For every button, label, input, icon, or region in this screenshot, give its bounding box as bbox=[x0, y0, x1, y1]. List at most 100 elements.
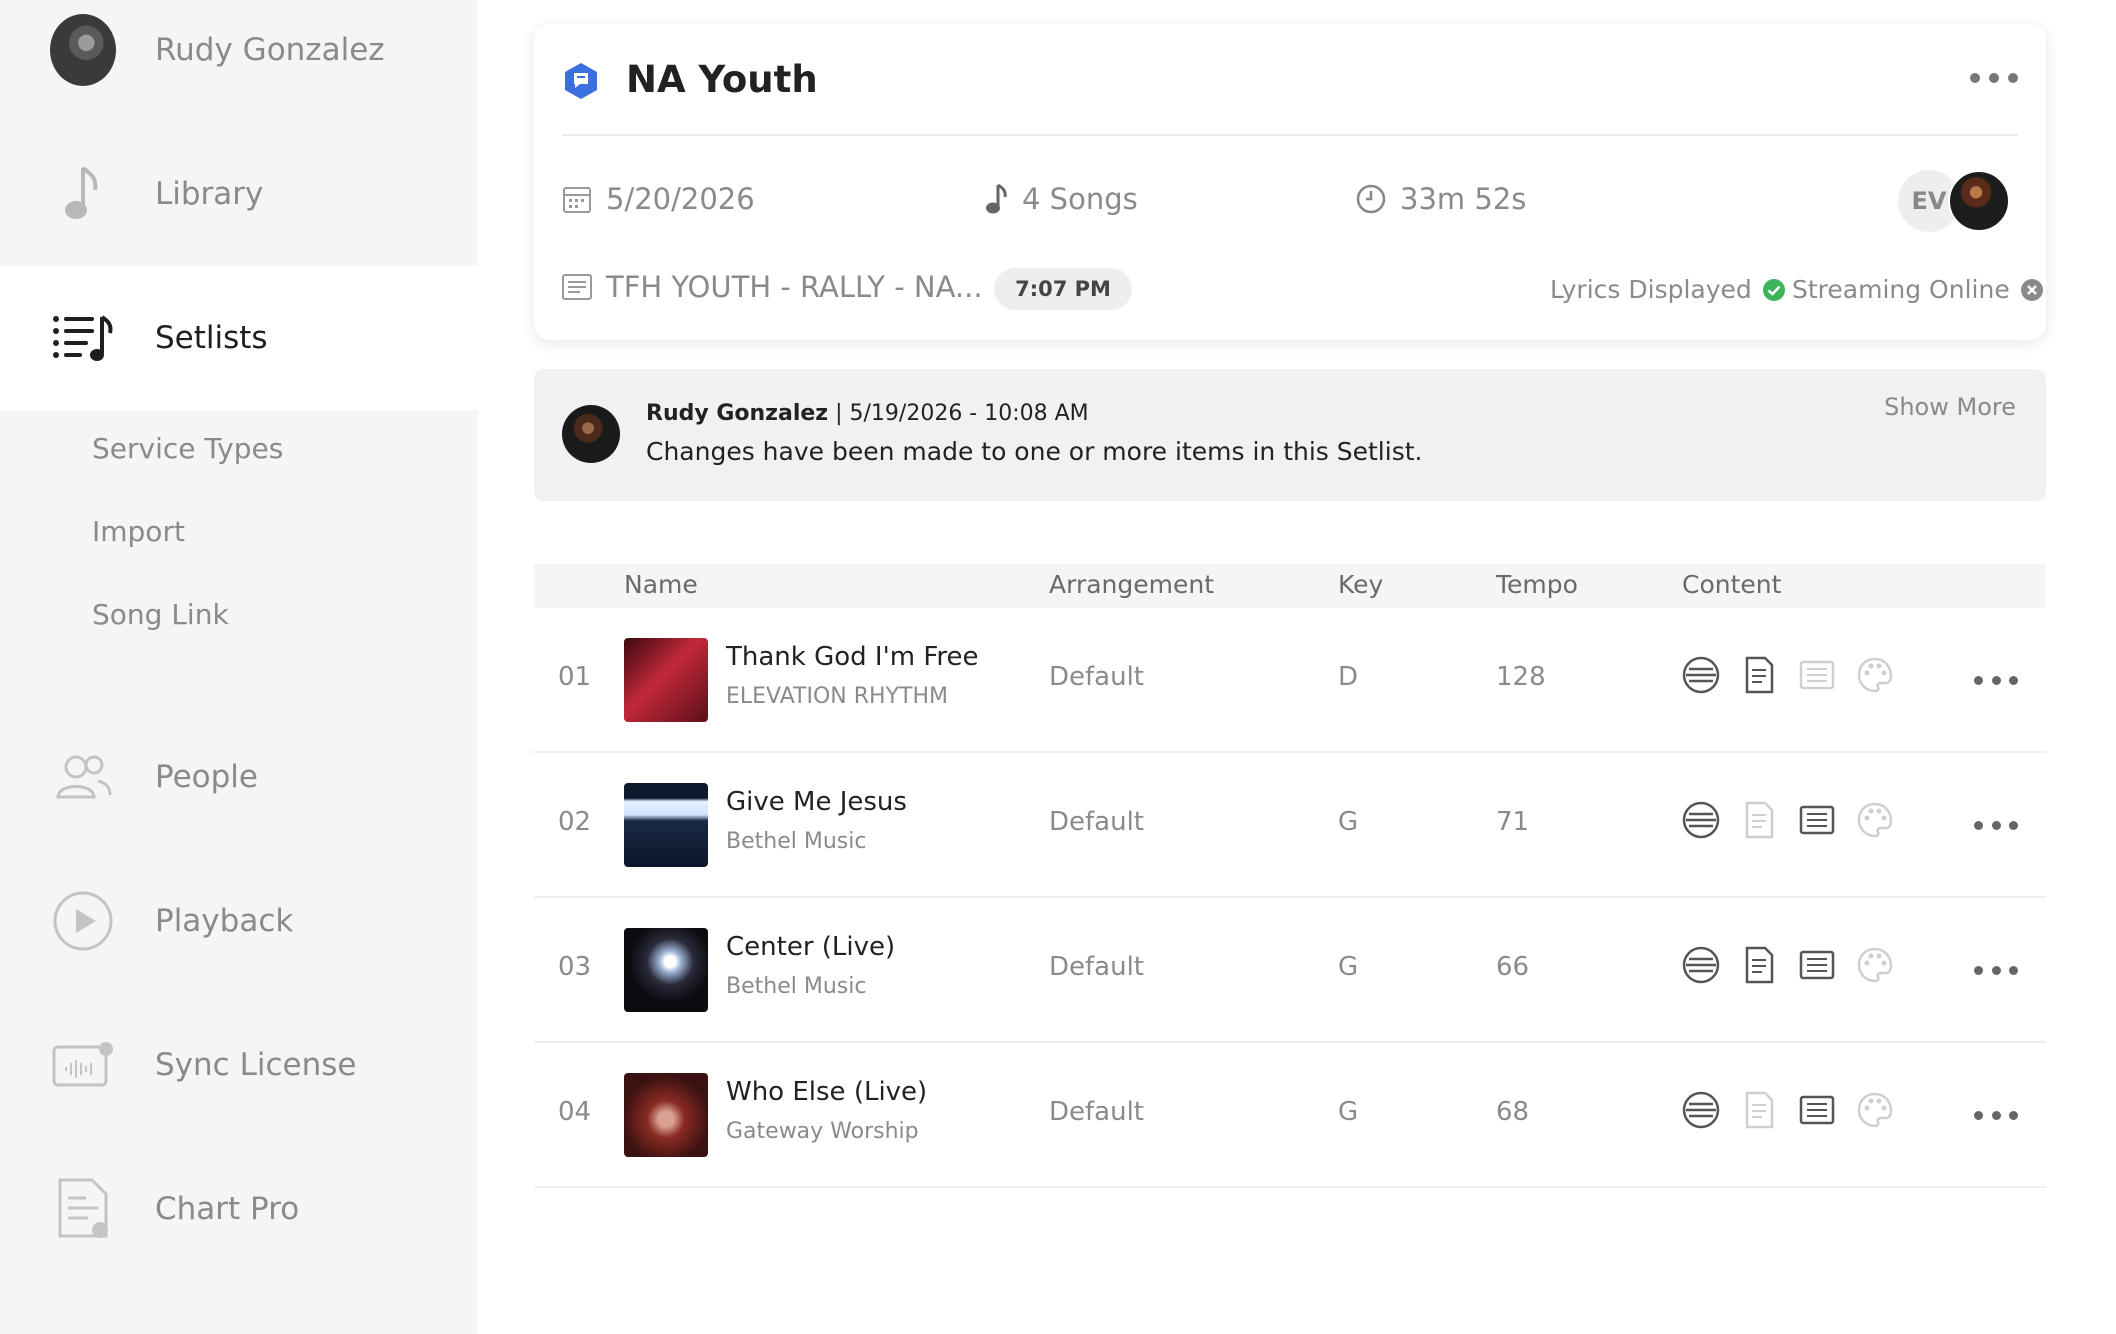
dot bbox=[2009, 1110, 2018, 1120]
song-key[interactable]: D bbox=[1338, 662, 1358, 692]
sidebar-item-playback[interactable]: Playback bbox=[0, 849, 478, 993]
audio-track-icon[interactable] bbox=[1682, 656, 1720, 694]
lyrics-icon[interactable] bbox=[1798, 801, 1836, 839]
chord-chart-icon[interactable] bbox=[1740, 946, 1778, 984]
row-more-button[interactable] bbox=[1974, 815, 2018, 835]
sidebar-item-people[interactable]: People bbox=[0, 705, 478, 849]
table-row[interactable]: 03 Center (Live) Bethel Music Default G … bbox=[534, 898, 2046, 1043]
row-more-button[interactable] bbox=[1974, 670, 2018, 690]
sidebar-item-label: Playback bbox=[155, 903, 294, 939]
music-note-icon bbox=[50, 161, 116, 227]
song-key[interactable]: G bbox=[1338, 807, 1358, 837]
sidebar-subitem-import[interactable]: Import bbox=[92, 515, 185, 548]
dot bbox=[1974, 1110, 1983, 1120]
chord-chart-icon[interactable] bbox=[1740, 1091, 1778, 1129]
setlist-title: NA Youth bbox=[626, 58, 818, 101]
service-type[interactable]: TFH YOUTH - RALLY - NA... bbox=[562, 270, 983, 304]
sidebar-item-library[interactable]: Library bbox=[0, 122, 478, 266]
song-arrangement[interactable]: Default bbox=[1049, 662, 1144, 692]
song-title[interactable]: Give Me Jesus bbox=[726, 787, 907, 817]
lyrics-icon[interactable] bbox=[1798, 656, 1836, 694]
setlist-badge-icon bbox=[565, 63, 597, 99]
setlist-icon bbox=[50, 305, 116, 371]
palette-icon[interactable] bbox=[1856, 1091, 1894, 1129]
song-tempo: 128 bbox=[1496, 662, 1546, 692]
setlist-duration: 33m 52s bbox=[1356, 182, 1526, 216]
check-circle-icon bbox=[1762, 278, 1785, 301]
service-list-icon bbox=[562, 274, 592, 300]
song-arrangement[interactable]: Default bbox=[1049, 952, 1144, 982]
people-icon bbox=[50, 744, 116, 810]
service-type-text: TFH YOUTH - RALLY - NA... bbox=[606, 270, 983, 304]
chart-pro-icon bbox=[50, 1176, 116, 1242]
user-profile[interactable]: Rudy Gonzalez bbox=[0, 0, 478, 100]
user-avatar bbox=[50, 14, 116, 86]
lyrics-icon[interactable] bbox=[1798, 946, 1836, 984]
audio-track-icon[interactable] bbox=[1682, 1091, 1720, 1129]
activity-author: Rudy Gonzalez bbox=[646, 401, 829, 426]
row-more-button[interactable] bbox=[1974, 1105, 2018, 1125]
song-key[interactable]: G bbox=[1338, 952, 1358, 982]
audio-track-icon[interactable] bbox=[1682, 801, 1720, 839]
more-options-button[interactable] bbox=[1970, 68, 2018, 88]
column-header-arrangement[interactable]: Arrangement bbox=[1049, 570, 1214, 599]
sidebar-subitem-service-types[interactable]: Service Types bbox=[92, 432, 283, 465]
x-circle-icon bbox=[2020, 278, 2043, 301]
activity-timestamp: | 5/19/2026 - 10:08 AM bbox=[828, 401, 1089, 426]
setlist-date[interactable]: 5/20/2026 bbox=[562, 182, 755, 216]
song-arrangement[interactable]: Default bbox=[1049, 1097, 1144, 1127]
sidebar-item-setlists[interactable]: Setlists bbox=[0, 266, 478, 410]
dot bbox=[1991, 820, 2001, 830]
palette-icon[interactable] bbox=[1856, 801, 1894, 839]
show-more-link[interactable]: Show More bbox=[1884, 393, 2016, 421]
song-title[interactable]: Thank God I'm Free bbox=[726, 642, 979, 672]
setlist-header-card: NA Youth 5/20/2026 4 Songs 33m 52s EV TF… bbox=[534, 24, 2046, 340]
song-artist: Bethel Music bbox=[726, 974, 867, 999]
song-artist: Bethel Music bbox=[726, 829, 867, 854]
divider bbox=[562, 134, 2018, 136]
chord-chart-icon[interactable] bbox=[1740, 656, 1778, 694]
sidebar-item-chart-pro[interactable]: Chart Pro bbox=[0, 1137, 478, 1281]
lyrics-status-text: Lyrics Displayed bbox=[1550, 275, 1752, 304]
column-header-name[interactable]: Name bbox=[624, 570, 698, 599]
sidebar-item-label: People bbox=[155, 759, 258, 795]
song-key[interactable]: G bbox=[1338, 1097, 1358, 1127]
team-avatar-photo[interactable] bbox=[1948, 170, 2010, 232]
activity-message: Changes have been made to one or more it… bbox=[646, 437, 1423, 466]
column-header-tempo[interactable]: Tempo bbox=[1496, 570, 1578, 599]
table-row[interactable]: 04 Who Else (Live) Gateway Worship Defau… bbox=[534, 1043, 2046, 1188]
sidebar-subitem-song-link[interactable]: Song Link bbox=[92, 598, 229, 631]
song-title[interactable]: Who Else (Live) bbox=[726, 1077, 927, 1107]
lyrics-icon[interactable] bbox=[1798, 1091, 1836, 1129]
content-icons bbox=[1682, 1091, 1894, 1129]
dot bbox=[2009, 820, 2018, 830]
dot bbox=[2009, 675, 2018, 685]
palette-icon[interactable] bbox=[1856, 656, 1894, 694]
calendar-icon bbox=[563, 187, 591, 213]
row-more-button[interactable] bbox=[1974, 960, 2018, 980]
song-number: 02 bbox=[558, 807, 592, 837]
user-name: Rudy Gonzalez bbox=[155, 32, 385, 68]
column-header-content[interactable]: Content bbox=[1682, 570, 1781, 599]
service-time-badge: 7:07 PM bbox=[994, 268, 1132, 310]
dot bbox=[1989, 73, 1999, 83]
activity-meta: Rudy Gonzalez | 5/19/2026 - 10:08 AM bbox=[646, 401, 1089, 426]
dot bbox=[1974, 965, 1983, 975]
setlist-song-count: 4 Songs bbox=[984, 182, 1138, 216]
song-number: 03 bbox=[558, 952, 592, 982]
audio-track-icon[interactable] bbox=[1682, 946, 1720, 984]
table-row[interactable]: 02 Give Me Jesus Bethel Music Default G … bbox=[534, 753, 2046, 898]
song-arrangement[interactable]: Default bbox=[1049, 807, 1144, 837]
streaming-status-text: Streaming Online bbox=[1792, 275, 2010, 304]
table-row[interactable]: 01 Thank God I'm Free ELEVATION RHYTHM D… bbox=[534, 608, 2046, 753]
column-header-key[interactable]: Key bbox=[1338, 570, 1383, 599]
song-title[interactable]: Center (Live) bbox=[726, 932, 895, 962]
chord-chart-icon[interactable] bbox=[1740, 801, 1778, 839]
song-number: 04 bbox=[558, 1097, 592, 1127]
dot bbox=[2009, 965, 2018, 975]
palette-icon[interactable] bbox=[1856, 946, 1894, 984]
content-icons bbox=[1682, 656, 1894, 694]
album-art bbox=[624, 928, 708, 1012]
sidebar-item-sync-license[interactable]: Sync License bbox=[0, 993, 478, 1137]
dot bbox=[1991, 1110, 2001, 1120]
